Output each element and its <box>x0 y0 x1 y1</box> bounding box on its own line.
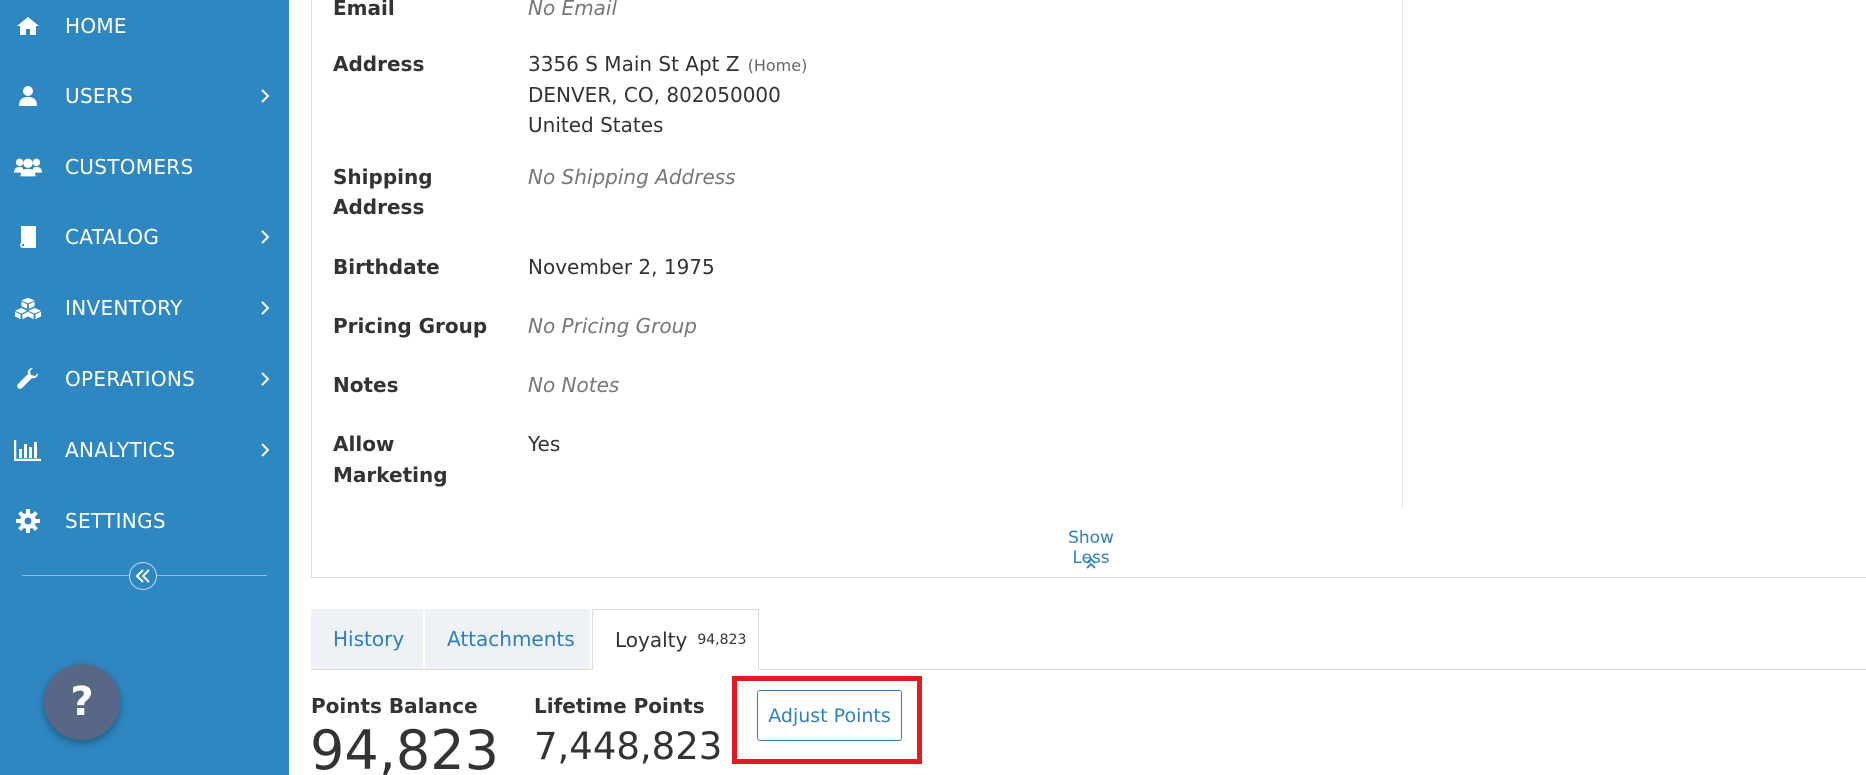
chevron-right-icon <box>261 301 270 315</box>
address-line3: United States <box>528 113 664 137</box>
home-icon <box>14 12 42 40</box>
marketing-value: Yes <box>528 432 561 456</box>
chevron-right-icon <box>261 89 270 103</box>
pricing-group-label: Pricing Group <box>333 314 488 338</box>
card-divider <box>1402 0 1403 509</box>
email-label: Email <box>333 0 395 20</box>
sidebar-item-label: USERS <box>65 84 134 108</box>
sidebar-item-label: INVENTORY <box>65 296 183 320</box>
bar-chart-icon <box>14 436 42 464</box>
sidebar-item-label: CUSTOMERS <box>65 155 194 179</box>
address-street: 3356 S Main St Apt Z <box>528 52 740 76</box>
tab-loyalty[interactable]: Loyalty 94,823 <box>592 609 759 670</box>
tab-label: History <box>333 627 405 651</box>
tab-attachments[interactable]: Attachments <box>425 609 590 669</box>
lifetime-points-label: Lifetime Points <box>534 694 705 718</box>
points-balance-label: Points Balance <box>311 694 478 718</box>
birthdate-label: Birthdate <box>333 255 440 279</box>
address-line2: DENVER, CO, 802050000 <box>528 83 781 107</box>
sidebar-item-analytics[interactable]: ANALYTICS <box>0 420 289 480</box>
sidebar-item-label: OPERATIONS <box>65 367 196 391</box>
notes-value: No Notes <box>528 373 620 397</box>
tab-label: Loyalty <box>615 627 688 652</box>
sidebar-item-inventory[interactable]: INVENTORY <box>0 278 289 338</box>
email-value: No Email <box>528 0 618 20</box>
sidebar-item-label: HOME <box>65 14 127 38</box>
shipping-value: No Shipping Address <box>528 165 736 189</box>
user-icon <box>14 82 42 110</box>
sidebar-item-operations[interactable]: OPERATIONS <box>0 349 289 409</box>
tab-label: Attachments <box>447 627 575 651</box>
shipping-label: Shipping <box>333 165 433 189</box>
birthdate-value: November 2, 1975 <box>528 255 715 279</box>
double-chevron-left-icon <box>135 569 150 583</box>
users-icon <box>14 153 42 181</box>
sidebar: HOME USERS CUSTOMERS CATALOG INVENTORY O… <box>0 0 289 775</box>
book-icon <box>14 223 42 251</box>
chevron-right-icon <box>261 230 270 244</box>
sidebar-item-customers[interactable]: CUSTOMERS <box>0 137 289 197</box>
chevron-right-icon <box>261 443 270 457</box>
boxes-icon <box>14 294 42 322</box>
sidebar-item-label: CATALOG <box>65 225 160 249</box>
sidebar-item-home[interactable]: HOME <box>0 0 289 56</box>
tabs-divider <box>311 669 1866 670</box>
sidebar-item-users[interactable]: USERS <box>0 66 289 126</box>
points-balance-value: 94,823 <box>310 719 499 775</box>
marketing-label: Allow <box>333 432 395 456</box>
tab-history[interactable]: History <box>311 609 423 669</box>
sidebar-item-catalog[interactable]: CATALOG <box>0 207 289 267</box>
address-type: (Home) <box>747 56 808 75</box>
lifetime-points-value: 7,448,823 <box>534 725 723 768</box>
marketing-label-line2: Marketing <box>333 463 448 487</box>
address-label: Address <box>333 52 425 76</box>
help-button[interactable]: ? <box>44 664 120 740</box>
sidebar-item-label: ANALYTICS <box>65 438 176 462</box>
double-chevron-up-icon[interactable] <box>1085 556 1097 570</box>
address-line1: 3356 S Main St Apt Z (Home) <box>528 49 807 81</box>
tab-badge: 94,823 <box>697 631 747 648</box>
sidebar-item-label: SETTINGS <box>65 509 166 533</box>
pricing-group-value: No Pricing Group <box>528 314 698 338</box>
sidebar-collapse-button[interactable] <box>129 562 157 590</box>
chevron-right-icon <box>261 372 270 386</box>
shipping-label-line2: Address <box>333 195 425 219</box>
notes-label: Notes <box>333 373 399 397</box>
wrench-icon <box>14 365 42 393</box>
gear-icon <box>14 507 42 535</box>
adjust-points-button[interactable]: Adjust Points <box>757 690 902 741</box>
help-icon: ? <box>70 679 94 725</box>
sidebar-item-settings[interactable]: SETTINGS <box>0 491 289 551</box>
